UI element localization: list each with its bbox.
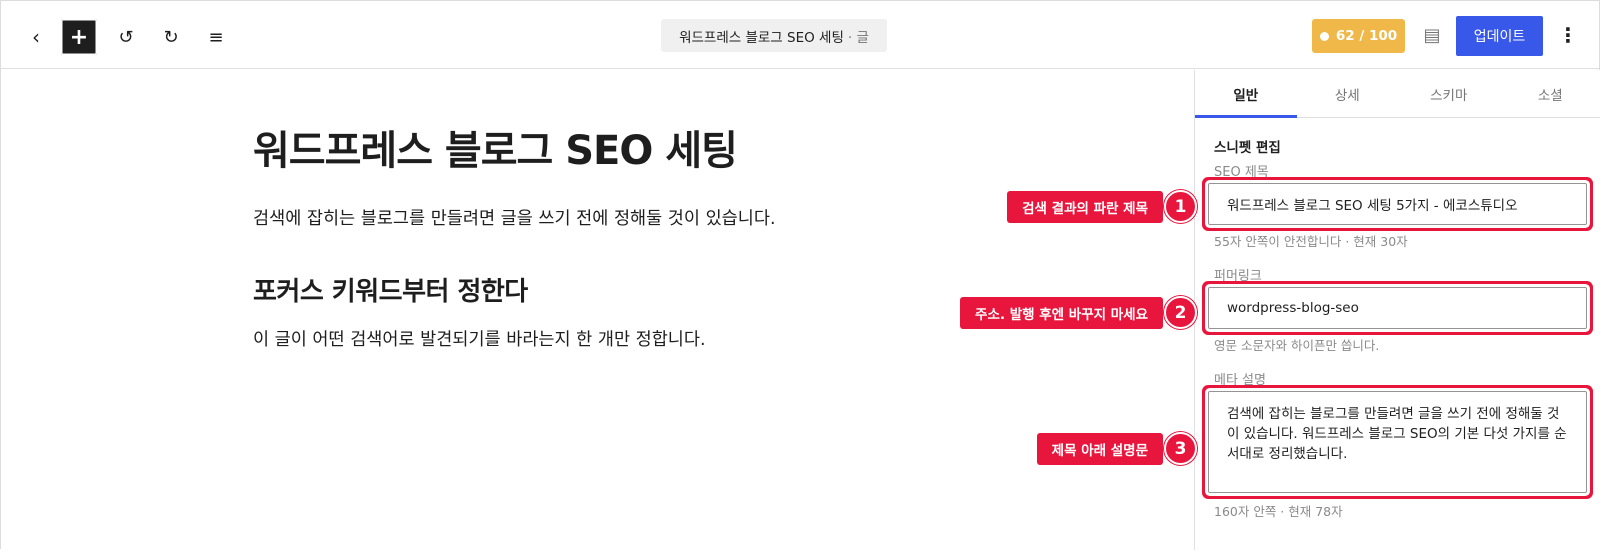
redo-icon[interactable]: ↻ [153, 19, 189, 55]
score-dot-icon [1319, 31, 1329, 41]
callout-number: 2 [1164, 296, 1197, 329]
back-icon[interactable]: ‹ [18, 19, 54, 55]
seo-title-label: SEO 제목 [1214, 165, 1269, 180]
meta-description-help: 160자 안쪽 · 현재 78자 [1214, 504, 1343, 519]
paragraph-block[interactable]: 검색에 잡히는 블로그를 만들려면 글을 쓰기 전에 정해둘 것이 있습니다. [253, 205, 776, 230]
more-options-icon[interactable]: ⋮ [1556, 21, 1580, 49]
callout-label: 주소. 발행 후엔 바꾸지 마세요 [960, 296, 1163, 329]
list-view-icon[interactable]: ≡ [198, 19, 234, 55]
callout-3: 제목 아래 설명문 3 [1036, 432, 1197, 465]
tab-general[interactable]: 일반 [1195, 70, 1297, 118]
meta-description-label: 메타 설명 [1214, 373, 1266, 388]
callout-number: 1 [1164, 190, 1197, 223]
seo-score-badge[interactable]: 62 / 100 [1312, 19, 1405, 53]
callout-1: 검색 결과의 파란 제목 1 [1007, 190, 1197, 223]
undo-icon[interactable]: ↺ [108, 19, 144, 55]
tab-advanced[interactable]: 상세 [1297, 70, 1399, 117]
seo-score: 62 / 100 [1335, 28, 1398, 44]
seo-sidebar: 일반 상세 스키마 소셜 스니펫 편집 SEO 제목 워드프레스 블로그 SEO… [1194, 70, 1600, 550]
permalink-help: 영문 소문자와 하이픈만 씁니다. [1214, 338, 1380, 353]
top-toolbar: ‹ + ↺ ↻ ≡ 워드프레스 블로그 SEO 세팅 · 글 62 / 100 … [1, 1, 1599, 69]
callout-label: 검색 결과의 파란 제목 [1007, 190, 1163, 223]
seo-title-input[interactable]: 워드프레스 블로그 SEO 세팅 5가지 - 에코스튜디오 [1208, 183, 1587, 225]
meta-description-textarea[interactable]: 검색에 잡히는 블로그를 만들려면 글을 쓰기 전에 정해둘 것이 있습니다. … [1208, 391, 1587, 493]
editor-frame: ‹ + ↺ ↻ ≡ 워드프레스 블로그 SEO 세팅 · 글 62 / 100 … [0, 0, 1600, 550]
seo-title-help: 55자 안쪽이 안전합니다 · 현재 30자 [1214, 234, 1408, 249]
permalink-input[interactable]: wordpress-blog-seo [1208, 287, 1587, 329]
tab-schema[interactable]: 스키마 [1398, 70, 1500, 117]
callout-number: 3 [1164, 432, 1197, 465]
document-title-bar[interactable]: 워드프레스 블로그 SEO 세팅 · 글 [661, 19, 887, 52]
post-title[interactable]: 워드프레스 블로그 SEO 세팅 [253, 118, 738, 176]
callout-label: 제목 아래 설명문 [1036, 432, 1163, 465]
document-title: 워드프레스 블로그 SEO 세팅 [679, 29, 844, 46]
settings-panel-icon[interactable]: ▤ [1420, 23, 1444, 47]
section-title: 스니펫 편집 [1214, 140, 1281, 156]
callout-2: 주소. 발행 후엔 바꾸지 마세요 2 [960, 296, 1197, 329]
tab-social[interactable]: 소셜 [1500, 70, 1600, 117]
permalink-label: 퍼머링크 [1214, 269, 1262, 284]
paragraph-block[interactable]: 이 글이 어떤 검색어로 발견되기를 바라는지 한 개만 정합니다. [253, 326, 706, 351]
sidebar-tabs: 일반 상세 스키마 소셜 [1195, 70, 1600, 118]
document-type: · 글 [847, 29, 869, 46]
add-block-button[interactable]: + [61, 19, 97, 55]
heading-block[interactable]: 포커스 키워드부터 정한다 [253, 271, 528, 308]
update-button[interactable]: 업데이트 [1456, 16, 1543, 56]
